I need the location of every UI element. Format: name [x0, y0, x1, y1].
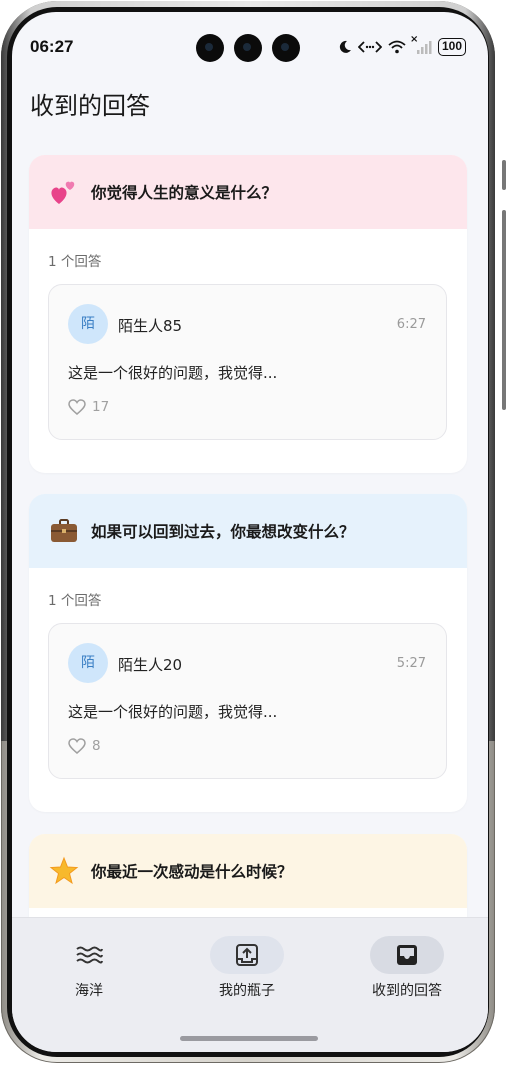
answer-time: 5:27: [396, 656, 426, 671]
glowing-star-icon: [49, 856, 79, 885]
home-indicator[interactable]: [180, 1036, 318, 1041]
answer-item[interactable]: 陌 陌生人20 5:27 这是一个很好的问题，我觉得... 8: [48, 623, 447, 779]
tab-my-bottles[interactable]: 我的瓶子: [187, 936, 307, 1000]
question-card[interactable]: 你觉得人生的意义是什么？ 1 个回答 陌 陌生人85 6:27 这是一个很好的问…: [29, 155, 467, 473]
screen: 06:27 × 100 收到的回答 你觉得人生的意义是什么？ 1 个回答 陌 陌…: [12, 12, 488, 1052]
question-text: 如果可以回到过去，你最想改变什么？: [91, 523, 355, 541]
wifi-icon: [388, 40, 406, 54]
tab-label: 收到的回答: [372, 983, 442, 999]
tab-label: 我的瓶子: [219, 983, 275, 999]
answer-text: 这是一个很好的问题，我觉得...: [68, 364, 278, 382]
answer-item[interactable]: 陌 陌生人85 6:27 这是一个很好的问题，我觉得... 17: [48, 284, 447, 440]
tab-icon-wrap: [370, 936, 444, 974]
avatar: 陌: [68, 643, 108, 683]
moon-icon: [339, 40, 351, 53]
waves-icon: [76, 946, 103, 964]
like-count: 8: [92, 738, 101, 754]
like-button[interactable]: 17: [68, 399, 109, 415]
tab-icon-wrap: [210, 936, 284, 974]
answer-time: 6:27: [396, 317, 426, 332]
like-button[interactable]: 8: [68, 738, 101, 754]
tab-label: 海洋: [75, 983, 103, 999]
battery-indicator: 100: [437, 38, 466, 56]
tab-ocean[interactable]: 海洋: [29, 936, 149, 1000]
tab-icon-wrap: [52, 936, 126, 974]
camera-icon: [234, 34, 262, 62]
two-hearts-icon: [51, 181, 75, 204]
tab-bar: 海洋 我的瓶子 收到的回答: [12, 917, 488, 1052]
status-time: 06:27: [30, 37, 74, 56]
heart-icon: [68, 738, 86, 754]
avatar: 陌: [68, 304, 108, 344]
answer-username: 陌生人85: [118, 317, 183, 335]
answer-count: 1 个回答: [48, 254, 102, 270]
question-text: 你最近一次感动是什么时候？: [91, 863, 293, 881]
status-bar: 06:27 × 100: [12, 34, 488, 62]
answer-text: 这是一个很好的问题，我觉得...: [68, 703, 278, 721]
question-card[interactable]: 如果可以回到过去，你最想改变什么？ 1 个回答 陌 陌生人20 5:27 这是一…: [29, 494, 467, 812]
heart-icon: [68, 399, 86, 415]
signal-icon: ×: [410, 34, 432, 54]
answer-username: 陌生人20: [118, 656, 183, 674]
question-card-header: 你最近一次感动是什么时候？: [29, 834, 467, 908]
power-button: [502, 210, 506, 410]
camera-icon: [196, 34, 224, 62]
inbox-icon: [397, 945, 417, 965]
camera-icon: [272, 34, 300, 62]
like-count: 17: [92, 399, 110, 415]
briefcase-icon: [51, 519, 77, 542]
volume-button: [502, 160, 506, 190]
question-text: 你觉得人生的意义是什么？: [91, 184, 278, 202]
question-card-header: 如果可以回到过去，你最想改变什么？: [29, 494, 467, 568]
page-title: 收到的回答: [30, 92, 150, 120]
upload-box-icon: [236, 944, 258, 966]
question-card-header: 你觉得人生的意义是什么？: [29, 155, 467, 229]
data-transfer-icon: [357, 41, 382, 53]
status-icons: × 100: [338, 34, 466, 56]
tab-received-answers[interactable]: 收到的回答: [347, 936, 467, 1000]
answer-count: 1 个回答: [48, 593, 102, 609]
